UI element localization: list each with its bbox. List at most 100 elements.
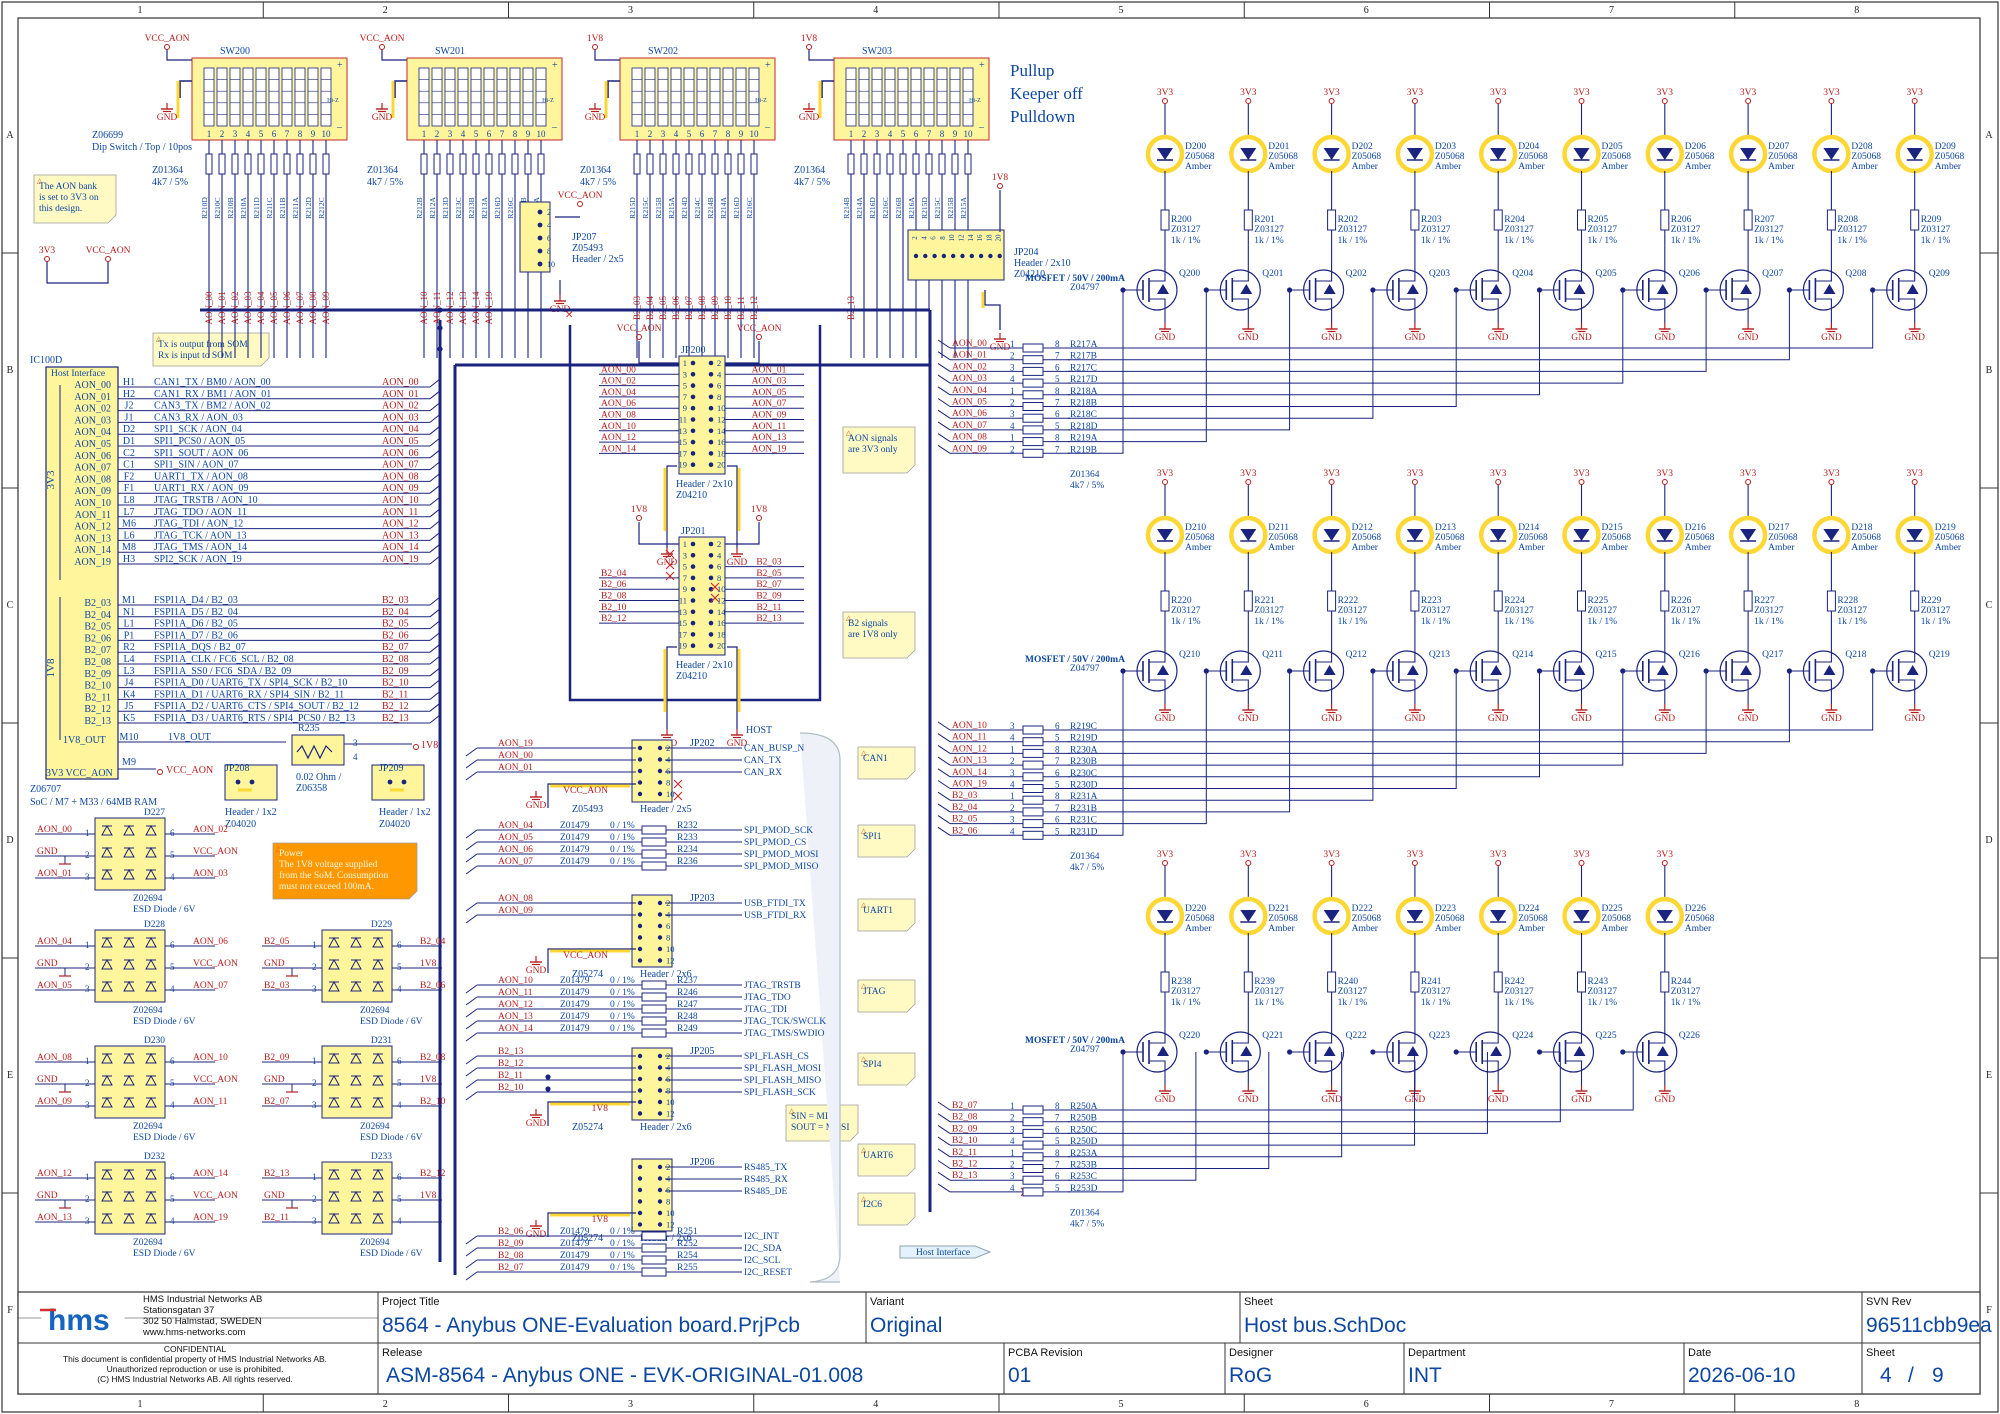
header-pin-dot [690, 417, 696, 422]
switch-lever [722, 67, 734, 127]
gnd-label: GND [1321, 714, 1342, 724]
power-port-circle [1162, 479, 1168, 485]
esd-ref: D230 [144, 1036, 165, 1046]
input-net: B2_13 [952, 1171, 978, 1181]
power-port-circle [1245, 860, 1252, 866]
switch-lever [418, 67, 430, 127]
power-port-label: 3V3 [1740, 88, 1757, 98]
host-res-value: 0 / 1% [610, 1239, 635, 1249]
host-net: AON_07 [498, 857, 533, 867]
header-pin-dot [637, 780, 643, 785]
power-port-label: 1V8 [751, 505, 768, 515]
resistor-array-label: R214B [842, 197, 851, 218]
power-port-circle [1495, 98, 1502, 104]
switch-pin-number: 5 [687, 129, 692, 139]
led-ref: D217 [1768, 523, 1789, 533]
switch-pin-number: 6 [914, 129, 919, 139]
switch-ref: SW203 [862, 46, 892, 57]
led-color: Amber [1352, 543, 1379, 553]
switch-lever [884, 67, 896, 127]
esd-net: 1V8 [420, 1191, 437, 1201]
led-resistor-ref: R225 [1588, 596, 1609, 606]
gnd-label: GND [1655, 1095, 1676, 1105]
power-port: 3V3 [1490, 88, 1507, 104]
power-port: 3V3 [1240, 850, 1257, 866]
input-net: AON_04 [952, 386, 987, 396]
resistor-body [1022, 830, 1044, 840]
pull-resistor [231, 153, 239, 175]
led-resistor-value: 1k / 1% [1254, 998, 1284, 1008]
host-signal: SPI_PMOD_CS [744, 838, 806, 848]
pull-resistor [537, 153, 545, 175]
resistor-body [1022, 1117, 1044, 1127]
power-port-circle [1911, 98, 1918, 104]
array-pin: 8 [1055, 1101, 1060, 1111]
host-res-part: Z01479 [560, 1251, 590, 1261]
header-pin-dot [657, 768, 663, 774]
array-pin: 1 [1010, 791, 1015, 801]
array-pin: 7 [1055, 756, 1060, 766]
array-pin: 6 [1055, 409, 1060, 419]
led-part: Z05068 [1518, 533, 1548, 543]
switch-lever [748, 67, 760, 127]
row-label: D [1985, 835, 1992, 846]
gnd-symbol: GND [1321, 1085, 1342, 1105]
host-net: B2_11 [498, 1071, 523, 1081]
ic-pin-name: AON_19 [74, 557, 111, 568]
esd-pin-number: 6 [397, 1056, 402, 1066]
switch-net-label: AON_19 [484, 291, 494, 324]
switch-pin-number: 2 [862, 129, 867, 139]
power-port-label: 3V3 [1740, 469, 1757, 479]
column-label: 4 [873, 5, 878, 16]
gnd-label: GND [1238, 333, 1259, 343]
switch-lever [431, 67, 443, 127]
pull-resistor [685, 153, 693, 175]
led-symbol [1573, 910, 1590, 922]
gnd-label: GND [1738, 714, 1759, 724]
led-symbol [1573, 529, 1590, 541]
host-section: HOST△CAN1JP202Z05493Header / 2x5246810VC… [465, 725, 992, 1283]
bus-entry [465, 1259, 478, 1269]
gnd-label: GND [1738, 333, 1759, 343]
header-pin-dot [708, 462, 714, 468]
bus-entry [465, 914, 478, 924]
header-pin-number: 2 [717, 358, 721, 368]
ic-pin-net: AON_02 [382, 401, 419, 412]
resistor-array-label: R212D [304, 197, 313, 219]
led-resistor [1660, 971, 1670, 993]
ic-pin-name: AON_03 [74, 415, 111, 426]
power-port: VCC_AON [737, 324, 782, 340]
pull-resistor [912, 153, 920, 175]
esd-net: AON_10 [193, 1053, 228, 1063]
note-line: must not exceed 100mA. [279, 882, 374, 892]
power-port-label: 3V3 [1407, 469, 1424, 479]
header-pin-dot [537, 248, 543, 254]
esd-pin-number: 1 [85, 828, 90, 838]
array-pin: 1 [1010, 1148, 1015, 1158]
bus-entry [937, 351, 951, 361]
led-channel: 3V3D202Z05068AmberR202Z031271k / 1%Q202G… [1287, 88, 1381, 343]
header-ref: JP203 [690, 893, 714, 904]
switch-pin-number: 6 [487, 129, 492, 139]
power-port: VCC_AON [145, 34, 190, 50]
gnd-label: GND [1488, 714, 1509, 724]
host-res-part: Z01479 [560, 1012, 590, 1022]
switch-pin-number: 5 [259, 129, 264, 139]
resistor-body [1022, 1187, 1044, 1197]
header-net-label: B2_13 [756, 614, 782, 624]
switch-net-label: B2_04 [645, 296, 655, 321]
ic-pin-net: AON_04 [382, 424, 419, 435]
led-resistor-part: Z03127 [1171, 225, 1201, 235]
header-pin-number: 11 [679, 415, 687, 425]
switch-pin-number: 3 [661, 129, 666, 139]
power-port-label: VCC_AON [86, 246, 131, 256]
ic-title: Host Interface [51, 368, 105, 379]
mosfet-ref: Q203 [1429, 269, 1450, 279]
pull-resistor [459, 153, 467, 175]
array-pin: 5 [1055, 733, 1060, 743]
resistor-array-label: R215A [667, 197, 676, 219]
gnd-symbol: GND [1488, 323, 1509, 343]
switch-ref: SW200 [220, 46, 250, 57]
host-net: AON_08 [498, 894, 533, 904]
host-signal: JTAG_TCK/SWCLK [744, 1017, 826, 1027]
